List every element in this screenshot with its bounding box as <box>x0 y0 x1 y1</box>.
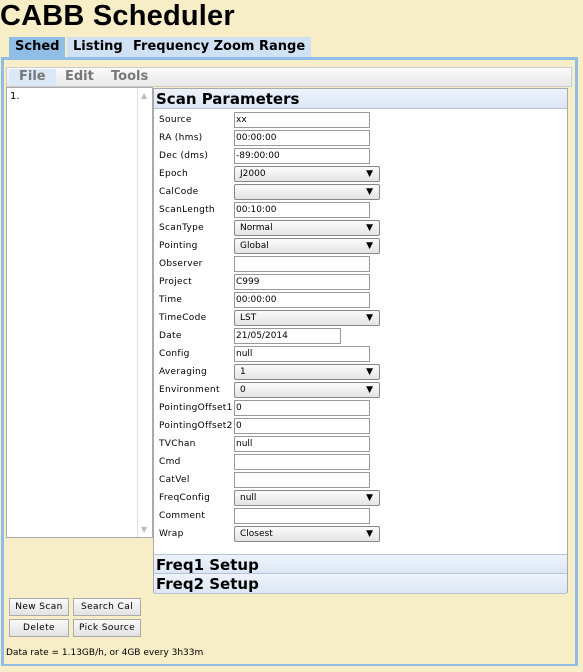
selected-value: J2000 <box>240 169 266 179</box>
date-field[interactable]: 21/05/2014 <box>234 328 341 344</box>
tvchan-field[interactable]: null <box>234 436 370 452</box>
freq1-setup-header[interactable]: Freq1 Setup <box>154 554 567 574</box>
label-pointingoffset1: PointingOffset1 <box>159 403 233 413</box>
scantype-select[interactable]: Normal ▼ <box>234 220 380 236</box>
selected-value: Closest <box>240 529 273 539</box>
tab-sched[interactable]: Sched <box>9 37 66 57</box>
selected-value: 0 <box>240 385 246 395</box>
selected-value: Global <box>240 241 269 251</box>
menu-file[interactable]: File <box>9 69 56 86</box>
label-averaging: Averaging <box>159 367 208 377</box>
app-title: CABB Scheduler <box>0 0 235 32</box>
dec-dms-field[interactable]: -89:00:00 <box>234 148 370 164</box>
label-source: Source <box>159 115 192 125</box>
menu-edit[interactable]: Edit <box>55 69 104 86</box>
label-pointingoffset2: PointingOffset2 <box>159 421 233 431</box>
search-cal-button[interactable]: Search Cal <box>73 598 141 616</box>
label-ra-hms: RA (hms) <box>159 133 203 143</box>
wrap-select[interactable]: Closest ▼ <box>234 526 380 542</box>
label-project: Project <box>159 277 192 287</box>
scan-list[interactable]: 1. ▲ ▼ <box>6 87 153 538</box>
scan-parameters-header[interactable]: Scan Parameters <box>154 89 567 109</box>
delete-button[interactable]: Delete <box>9 619 69 637</box>
cmd-field[interactable] <box>234 454 370 470</box>
chevron-down-icon: ▼ <box>366 313 373 323</box>
label-cmd: Cmd <box>159 457 181 467</box>
chevron-down-icon: ▼ <box>366 169 373 179</box>
chevron-down-icon: ▼ <box>366 493 373 503</box>
label-observer: Observer <box>159 259 203 269</box>
environment-select[interactable]: 0 ▼ <box>234 382 380 398</box>
label-wrap: Wrap <box>159 529 184 539</box>
label-calcode: CalCode <box>159 187 199 197</box>
label-scantype: ScanType <box>159 223 204 233</box>
label-environment: Environment <box>159 385 220 395</box>
label-pointing: Pointing <box>159 241 198 251</box>
selected-value: 1 <box>240 367 246 377</box>
chevron-down-icon: ▼ <box>366 223 373 233</box>
averaging-select[interactable]: 1 ▼ <box>234 364 380 380</box>
calcode-select[interactable]: ▼ <box>234 184 380 200</box>
project-field[interactable]: C999 <box>234 274 370 290</box>
scrollbar[interactable]: ▲ ▼ <box>137 88 152 537</box>
tab-listing[interactable]: Listing <box>67 37 129 57</box>
chevron-down-icon: ▼ <box>366 241 373 251</box>
catvel-field[interactable] <box>234 472 370 488</box>
label-freqconfig: FreqConfig <box>159 493 211 503</box>
menu-bar: File Edit Tools <box>6 67 572 87</box>
list-item[interactable]: 1. <box>10 91 20 102</box>
chevron-down-icon: ▼ <box>366 367 373 377</box>
scroll-up-icon[interactable]: ▲ <box>141 91 147 100</box>
tab-frequency-zoom-range[interactable]: Frequency Zoom Range <box>127 37 312 57</box>
freq2-setup-header[interactable]: Freq2 Setup <box>154 574 567 594</box>
label-tvchan: TVChan <box>159 439 196 449</box>
label-scanlength: ScanLength <box>159 205 215 215</box>
label-comment: Comment <box>159 511 206 521</box>
pointingoffset1-field[interactable]: 0 <box>234 400 370 416</box>
label-catvel: CatVel <box>159 475 190 485</box>
config-field[interactable]: null <box>234 346 370 362</box>
label-config: Config <box>159 349 190 359</box>
pointing-select[interactable]: Global ▼ <box>234 238 380 254</box>
data-rate-status: Data rate = 1.13GB/h, or 4GB every 3h33m <box>6 648 204 658</box>
pointingoffset2-field[interactable]: 0 <box>234 418 370 434</box>
menu-tools[interactable]: Tools <box>101 69 158 86</box>
chevron-down-icon: ▼ <box>366 529 373 539</box>
chevron-down-icon: ▼ <box>366 187 373 197</box>
epoch-select[interactable]: J2000 ▼ <box>234 166 380 182</box>
comment-field[interactable] <box>234 508 370 524</box>
time-field[interactable]: 00:00:00 <box>234 292 370 308</box>
selected-value: null <box>240 493 257 503</box>
label-time: Time <box>159 295 183 305</box>
label-epoch: Epoch <box>159 169 189 179</box>
timecode-select[interactable]: LST ▼ <box>234 310 380 326</box>
label-date: Date <box>159 331 182 341</box>
ra-hms-field[interactable]: 00:00:00 <box>234 130 370 146</box>
selected-value: Normal <box>240 223 273 233</box>
scroll-down-icon[interactable]: ▼ <box>141 525 147 534</box>
observer-field[interactable] <box>234 256 370 272</box>
scanlength-field[interactable]: 00:10:00 <box>234 202 370 218</box>
freqconfig-select[interactable]: null ▼ <box>234 490 380 506</box>
source-field[interactable]: xx <box>234 112 370 128</box>
new-scan-button[interactable]: New Scan <box>9 598 69 616</box>
label-timecode: TimeCode <box>159 313 207 323</box>
selected-value: LST <box>240 313 257 323</box>
label-dec-dms: Dec (dms) <box>159 151 209 161</box>
chevron-down-icon: ▼ <box>366 385 373 395</box>
pick-source-button[interactable]: Pick Source <box>73 619 141 637</box>
scan-parameters-panel: Scan Parameters Source xx RA (hms) 00:00:00… <box>153 88 568 594</box>
